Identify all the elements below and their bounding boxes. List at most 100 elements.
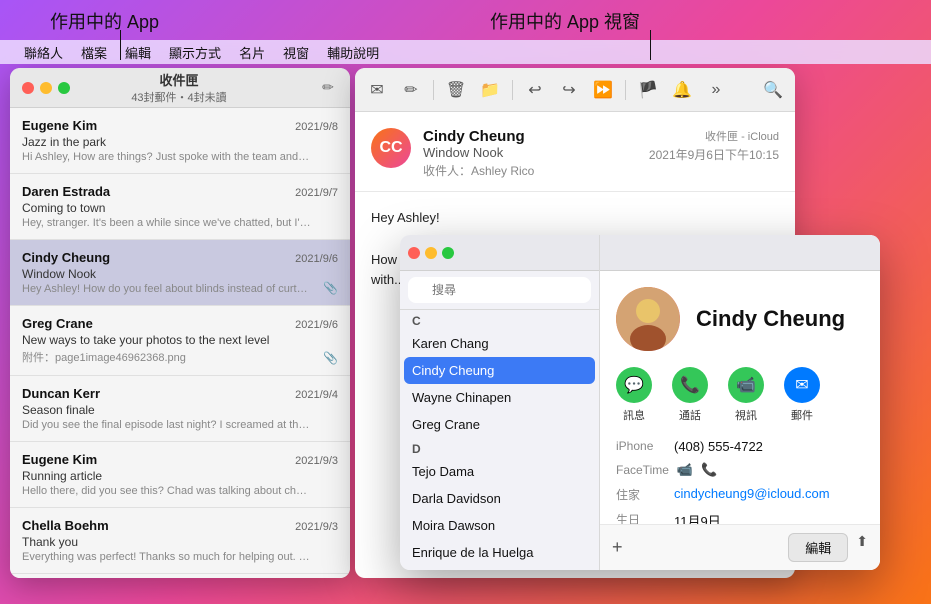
move-icon[interactable]: 📁 bbox=[476, 76, 504, 104]
contact-list-item[interactable]: Cindy Cheung bbox=[404, 357, 595, 384]
email-label: 住家 bbox=[616, 486, 666, 503]
menu-view[interactable]: 顯示方式 bbox=[161, 41, 229, 64]
toolbar-separator3 bbox=[625, 80, 626, 100]
facetime-audio-icon[interactable]: 📞 bbox=[701, 462, 717, 478]
mail-sender: Eugene Kim bbox=[22, 118, 97, 133]
menu-edit[interactable]: 編輯 bbox=[117, 41, 159, 64]
notify-icon[interactable]: 🔔 bbox=[668, 76, 696, 104]
contact-detail-body: Cindy Cheung 💬 訊息 📞 通話 📹 視訊 ✉ 郵件 bbox=[600, 271, 880, 524]
section-header-d: D bbox=[400, 438, 599, 458]
compose-icon[interactable]: ✏ bbox=[397, 76, 425, 104]
sender-avatar: CC bbox=[371, 128, 411, 168]
menu-contacts[interactable]: 聯絡人 bbox=[16, 41, 71, 64]
contact-list-item[interactable]: Greg Crane bbox=[400, 411, 599, 438]
mail-item[interactable]: Daren Estrada 2021/9/7 Coming to town He… bbox=[10, 174, 350, 240]
menu-window[interactable]: 視窗 bbox=[275, 41, 317, 64]
mail-date: 2021/9/4 bbox=[295, 389, 338, 401]
video-action-icon: 📹 bbox=[728, 367, 764, 403]
email-body-line1: Hey Ashley! bbox=[371, 208, 779, 229]
mail-item[interactable]: Duncan Kerr 2021/9/4 Season finale Did y… bbox=[10, 376, 350, 442]
contact-list-item[interactable]: Anuj Desai bbox=[400, 566, 599, 570]
mail-date: 2021/9/3 bbox=[295, 455, 338, 467]
action-video-btn[interactable]: 📹 視訊 bbox=[728, 367, 764, 423]
mail-item[interactable]: Eugene Kim 2021/9/8 Jazz in the park Hi … bbox=[10, 108, 350, 174]
video-action-label: 視訊 bbox=[735, 407, 757, 423]
menu-card[interactable]: 名片 bbox=[231, 41, 273, 64]
mail-item[interactable]: Greg Crane 2021/9/6 New ways to take you… bbox=[10, 306, 350, 376]
contacts-detail-panel: Cindy Cheung 💬 訊息 📞 通話 📹 視訊 ✉ 郵件 bbox=[600, 235, 880, 570]
message-action-icon: 💬 bbox=[616, 367, 652, 403]
mail-item[interactable]: Eugene Kim 2021/9/3 Running article Hell… bbox=[10, 442, 350, 508]
facetime-video-icon[interactable]: 📹 bbox=[677, 462, 693, 478]
mail-subject: Season finale bbox=[22, 403, 338, 417]
mail-date: 2021/9/8 bbox=[295, 121, 338, 133]
annotation-right: 作用中的 App 視窗 bbox=[490, 8, 640, 34]
email-value[interactable]: cindycheung9@icloud.com bbox=[674, 486, 864, 503]
contact-actions: 💬 訊息 📞 通話 📹 視訊 ✉ 郵件 bbox=[616, 367, 864, 423]
close-button[interactable] bbox=[22, 82, 34, 94]
mail-item-header: Eugene Kim 2021/9/3 bbox=[22, 452, 338, 467]
mail-subject: Running article bbox=[22, 469, 338, 483]
contacts-close-btn[interactable] bbox=[408, 247, 420, 259]
contact-list-item[interactable]: Tejo Dama bbox=[400, 458, 599, 485]
phone-value[interactable]: (408) 555-4722 bbox=[674, 439, 864, 454]
reply-icon[interactable]: ↩ bbox=[521, 76, 549, 104]
contact-list-item[interactable]: Darla Davidson bbox=[400, 485, 599, 512]
mail-sender: Duncan Kerr bbox=[22, 386, 100, 401]
facetime-row: FaceTime 📹 📞 bbox=[616, 462, 864, 478]
mail-item[interactable]: Chella Boehm 2021/9/3 Thank you Everythi… bbox=[10, 508, 350, 574]
contacts-search-input[interactable] bbox=[408, 277, 591, 303]
edit-contact-button[interactable]: 編輯 bbox=[788, 533, 848, 562]
reply-all-icon[interactable]: ↪ bbox=[555, 76, 583, 104]
action-call-btn[interactable]: 📞 通話 bbox=[672, 367, 708, 423]
contact-list-item[interactable]: Wayne Chinapen bbox=[400, 384, 599, 411]
toolbar-separator2 bbox=[512, 80, 513, 100]
contacts-window: 🔍 CKaren ChangCindy CheungWayne Chinapen… bbox=[400, 235, 880, 570]
email-header: CC Cindy Cheung Window Nook 收件人：Ashley R… bbox=[355, 112, 795, 192]
contact-list-item[interactable]: Moira Dawson bbox=[400, 512, 599, 539]
add-contact-icon[interactable]: + bbox=[612, 537, 623, 558]
mail-window: 收件匣 43封郵件・4封未讀 ✏ Eugene Kim 2021/9/8 Jaz… bbox=[10, 68, 350, 578]
action-mail-btn[interactable]: ✉ 郵件 bbox=[784, 367, 820, 423]
mail-subject: Jazz in the park bbox=[22, 135, 338, 149]
contact-list-item[interactable]: Karen Chang bbox=[400, 330, 599, 357]
email-mailbox: 收件匣 - iCloud bbox=[649, 128, 779, 144]
menu-help[interactable]: 輔助說明 bbox=[319, 41, 387, 64]
mail-subject: New ways to take your photos to the next… bbox=[22, 333, 338, 347]
contacts-minimize-btn[interactable] bbox=[425, 247, 437, 259]
section-header-c: C bbox=[400, 310, 599, 330]
forward-icon[interactable]: ⏩ bbox=[589, 76, 617, 104]
search-icon[interactable]: 🔍 bbox=[759, 76, 787, 104]
facetime-label: FaceTime bbox=[616, 463, 669, 477]
menu-file[interactable]: 檔案 bbox=[73, 41, 115, 64]
minimize-button[interactable] bbox=[40, 82, 52, 94]
delete-icon[interactable]: 🗑 bbox=[442, 76, 470, 104]
contacts-detail-titlebar bbox=[600, 235, 880, 271]
mail-item[interactable]: Cindy Cheung 2021/9/6 Window Nook Hey As… bbox=[10, 240, 350, 306]
avatar-svg bbox=[616, 287, 680, 351]
mail-date: 2021/9/3 bbox=[295, 521, 338, 533]
zoom-button[interactable] bbox=[58, 82, 70, 94]
share-contact-icon[interactable]: ⬆ bbox=[856, 533, 868, 562]
mail-list[interactable]: Eugene Kim 2021/9/8 Jazz in the park Hi … bbox=[10, 108, 350, 578]
email-row: 住家 cindycheung9@icloud.com bbox=[616, 486, 864, 503]
mail-sender: Cindy Cheung bbox=[22, 250, 110, 265]
mail-preview: Hey, stranger. It's been a while since w… bbox=[22, 217, 312, 229]
archive-icon[interactable]: ✉ bbox=[363, 76, 391, 104]
flag-icon[interactable]: 🏴 bbox=[634, 76, 662, 104]
mail-item-header: Daren Estrada 2021/9/7 bbox=[22, 184, 338, 199]
contacts-zoom-btn[interactable] bbox=[442, 247, 454, 259]
birthday-label: 生日 bbox=[616, 511, 666, 524]
mail-preview: Hello there, did you see this? Chad was … bbox=[22, 485, 312, 497]
contact-detail-footer: + 編輯 ⬆ bbox=[600, 524, 880, 570]
more-icon[interactable]: » bbox=[702, 76, 730, 104]
contact-profile-section: Cindy Cheung bbox=[616, 287, 864, 351]
birthday-row: 生日 11月9日 bbox=[616, 511, 864, 524]
contact-list-item[interactable]: Enrique de la Huelga bbox=[400, 539, 599, 566]
action-message-btn[interactable]: 💬 訊息 bbox=[616, 367, 652, 423]
email-toolbar: ✉ ✏ 🗑 📁 ↩ ↪ ⏩ 🏴 🔔 » 🔍 bbox=[355, 68, 795, 112]
compose-icon[interactable]: ✏ bbox=[318, 78, 338, 98]
mail-sender: Chella Boehm bbox=[22, 518, 109, 533]
email-to: 收件人：Ashley Rico bbox=[423, 162, 637, 179]
mail-sender: Daren Estrada bbox=[22, 184, 110, 199]
